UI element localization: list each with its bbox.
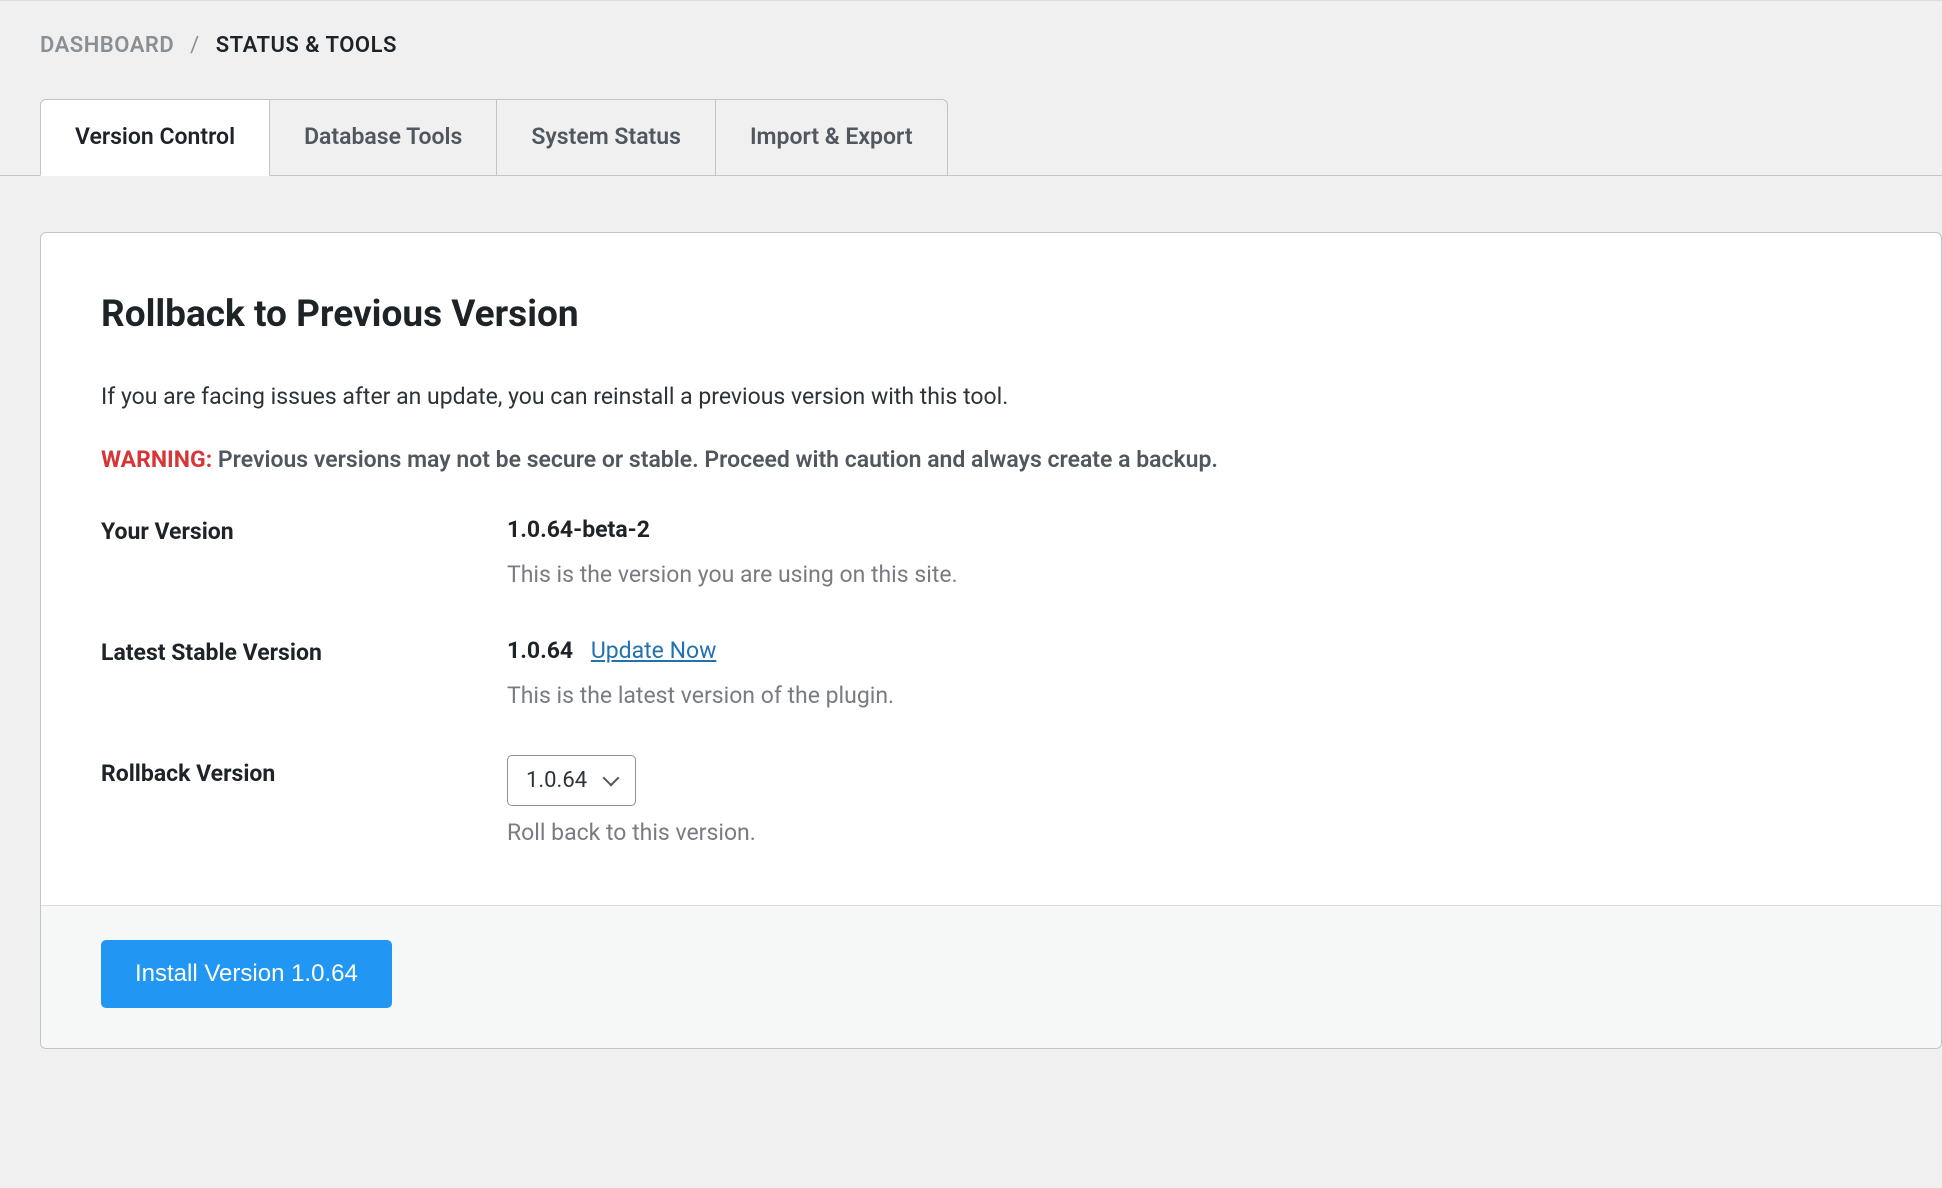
tabs-bar: Version Control Database Tools System St… (0, 98, 1942, 176)
chevron-down-icon (605, 772, 619, 786)
tab-system-status[interactable]: System Status (497, 99, 716, 176)
rollback-version-select[interactable]: 1.0.64 (507, 755, 636, 806)
rollback-version-help: Roll back to this version. (507, 816, 1881, 851)
your-version-help: This is the version you are using on thi… (507, 558, 1881, 593)
warning-text: Previous versions may not be secure or s… (218, 446, 1218, 473)
your-version-label: Your Version (101, 513, 507, 550)
latest-stable-label: Latest Stable Version (101, 634, 507, 671)
breadcrumb: DASHBOARD / STATUS & TOOLS (0, 1, 1942, 72)
your-version-value: 1.0.64-beta-2 (507, 513, 1881, 548)
row-your-version: Your Version 1.0.64-beta-2 This is the v… (101, 513, 1881, 592)
rollback-panel: Rollback to Previous Version If you are … (40, 232, 1942, 1049)
install-version-button[interactable]: Install Version 1.0.64 (101, 940, 392, 1008)
panel-footer: Install Version 1.0.64 (41, 905, 1941, 1048)
breadcrumb-separator: / (180, 33, 210, 58)
panel-description: If you are facing issues after an update… (101, 380, 1881, 415)
latest-stable-value: 1.0.64 (507, 637, 573, 664)
breadcrumb-current: STATUS & TOOLS (216, 33, 397, 58)
row-rollback-version: Rollback Version 1.0.64 Roll back to thi… (101, 755, 1881, 851)
panel-warning: WARNING: Previous versions may not be se… (101, 443, 1881, 478)
panel-title: Rollback to Previous Version (101, 287, 1881, 343)
tab-version-control[interactable]: Version Control (40, 99, 270, 176)
row-latest-stable: Latest Stable Version 1.0.64 Update Now … (101, 634, 1881, 713)
warning-label: WARNING: (101, 446, 212, 473)
update-now-link[interactable]: Update Now (591, 637, 717, 664)
rollback-version-selected: 1.0.64 (526, 764, 587, 797)
tab-import-export[interactable]: Import & Export (716, 99, 948, 176)
latest-stable-help: This is the latest version of the plugin… (507, 679, 1881, 714)
tab-database-tools[interactable]: Database Tools (270, 99, 497, 176)
breadcrumb-root[interactable]: DASHBOARD (40, 33, 174, 58)
rollback-version-label: Rollback Version (101, 755, 507, 792)
